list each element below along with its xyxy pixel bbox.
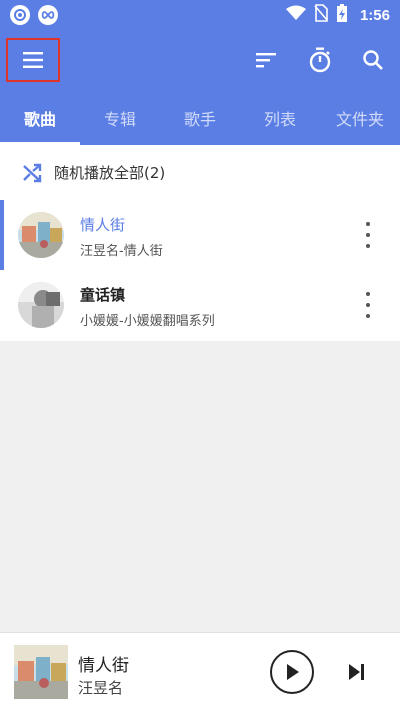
song-thumbnail	[18, 212, 64, 258]
player-title: 情人街	[78, 656, 129, 676]
infinity-circle-icon	[38, 5, 58, 25]
app-bar	[0, 30, 400, 90]
more-options-icon[interactable]	[358, 292, 378, 318]
shuffle-icon	[23, 163, 42, 182]
song-subtitle: 汪昱名-情人街	[80, 244, 163, 259]
song-title: 情人街	[80, 216, 126, 234]
menu-icon	[23, 52, 43, 68]
search-icon	[363, 50, 383, 70]
tab-bar: 歌曲 专辑 歌手 列表 文件夹	[0, 90, 400, 145]
song-list: 随机播放全部(2) 情人街 汪昱名-情人街 童话镇 小媛媛-小媛媛翻唱系列	[0, 145, 400, 341]
player-artist: 汪昱名	[78, 679, 124, 697]
tab-folders[interactable]: 文件夹	[320, 90, 400, 145]
sort-button[interactable]	[252, 46, 280, 74]
play-button[interactable]	[270, 650, 314, 694]
mini-player[interactable]: 情人街 汪昱名	[0, 632, 400, 711]
player-album-art	[14, 645, 68, 699]
more-options-icon[interactable]	[358, 222, 378, 248]
tab-artists[interactable]: 歌手	[160, 90, 240, 145]
timer-icon	[309, 47, 331, 73]
skip-next-icon	[349, 664, 364, 680]
battery-charging-icon	[336, 3, 348, 27]
next-button[interactable]	[344, 660, 368, 684]
shuffle-all-button[interactable]: 随机播放全部(2)	[0, 145, 400, 200]
song-thumbnail	[18, 282, 64, 328]
status-time: 1:56	[359, 6, 390, 24]
timer-button[interactable]	[306, 46, 334, 74]
song-row[interactable]: 情人街 汪昱名-情人街	[0, 200, 400, 270]
sort-icon	[256, 53, 276, 68]
song-row[interactable]: 童话镇 小媛媛-小媛媛翻唱系列	[0, 270, 400, 340]
search-button[interactable]	[359, 46, 387, 74]
shuffle-all-label: 随机播放全部(2)	[54, 164, 166, 182]
tab-songs[interactable]: 歌曲	[0, 90, 80, 145]
menu-button[interactable]	[6, 38, 60, 82]
song-subtitle: 小媛媛-小媛媛翻唱系列	[80, 314, 215, 329]
tab-playlists[interactable]: 列表	[240, 90, 320, 145]
status-bar: 1:56	[0, 0, 400, 30]
play-icon	[287, 664, 299, 680]
tab-albums[interactable]: 专辑	[80, 90, 160, 145]
wifi-icon	[285, 5, 306, 25]
no-sim-icon	[314, 4, 328, 26]
notification-circle-icon	[10, 5, 30, 25]
song-title: 童话镇	[80, 286, 126, 304]
